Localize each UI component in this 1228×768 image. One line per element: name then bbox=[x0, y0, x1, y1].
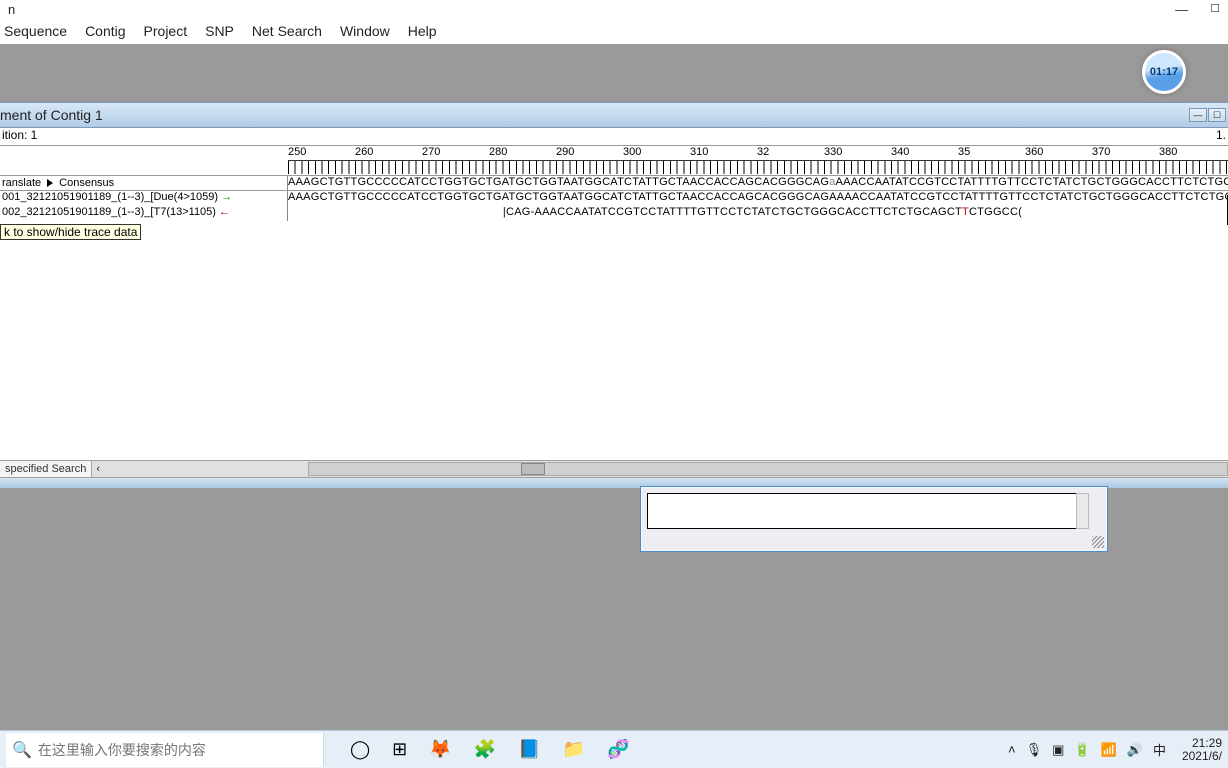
menubar: Sequence Contig Project SNP Net Search W… bbox=[0, 18, 1228, 44]
read2-label[interactable]: 002_32121051901189_(1--3)_[T7(13>1105) bbox=[2, 206, 216, 218]
ruler-tick: 370 bbox=[1092, 146, 1110, 158]
tray-battery-icon[interactable]: 🔋 bbox=[1074, 742, 1090, 758]
firefox-icon[interactable]: 🦊 bbox=[429, 739, 451, 760]
ruler-tick: 330 bbox=[824, 146, 842, 158]
forward-arrow-icon: → bbox=[221, 191, 232, 203]
windows-taskbar: 🔍 ◯ ⊞ 🦊 🧩 📘 📁 🧬 ˄ 🎙 ▣ 🔋 📶 🔊 中 21:29 2021… bbox=[0, 730, 1228, 768]
ruler-tick: 280 bbox=[489, 146, 507, 158]
tray-wifi-icon[interactable]: 📶 bbox=[1101, 742, 1117, 758]
minimize-button[interactable]: ― bbox=[1175, 2, 1188, 17]
resize-grip-icon[interactable] bbox=[1092, 536, 1104, 548]
menu-sequence[interactable]: Sequence bbox=[4, 23, 67, 39]
ruler-tick: 300 bbox=[623, 146, 641, 158]
ruler-tick: 380 bbox=[1159, 146, 1177, 158]
app-icon[interactable]: 🧩 bbox=[474, 739, 496, 760]
file-explorer-icon[interactable]: 📁 bbox=[563, 739, 585, 760]
contig-window-titlebar[interactable]: ment of Contig 1 ― ☐ bbox=[0, 102, 1228, 128]
ruler-tick: 290 bbox=[556, 146, 574, 158]
tray-ime[interactable]: 中 bbox=[1153, 740, 1166, 759]
taskbar-search[interactable]: 🔍 bbox=[6, 733, 324, 767]
position-right: 1. bbox=[1216, 128, 1226, 145]
toolbar: 01:17 bbox=[0, 44, 1228, 102]
ruler-tick: 310 bbox=[690, 146, 708, 158]
contig-window-title: ment of Contig 1 bbox=[0, 107, 103, 123]
floating-panel[interactable] bbox=[640, 486, 1108, 552]
consensus-sequence[interactable]: AAAGCTGTTGCCCCCATCCTGGTGCTGATGCTGGTAATGG… bbox=[288, 176, 1228, 190]
read2-sequence[interactable]: |CAG-AAACCAATATCCGTCCTATTTTGTTCCTCTATCTG… bbox=[288, 206, 1228, 221]
ruler: 250 260 270 280 290 300 310 32 330 340 3… bbox=[0, 146, 1228, 176]
notepad-icon[interactable]: 📘 bbox=[518, 739, 540, 760]
bottom-tab-strip: specified Search ‹ bbox=[0, 460, 1228, 478]
ruler-tick: 260 bbox=[355, 146, 373, 158]
ruler-tick: 32 bbox=[757, 146, 769, 158]
task-view-icon[interactable]: ⊞ bbox=[392, 739, 407, 760]
menu-netsearch[interactable]: Net Search bbox=[252, 23, 322, 39]
search-input[interactable] bbox=[38, 742, 323, 758]
play-icon[interactable] bbox=[47, 179, 53, 187]
tray-volume-icon[interactable]: 🔊 bbox=[1127, 742, 1143, 758]
tray-app-icon[interactable]: ▣ bbox=[1052, 742, 1064, 758]
cortana-icon[interactable]: ◯ bbox=[350, 739, 370, 760]
ruler-tick: 35 bbox=[958, 146, 970, 158]
read-row-1[interactable]: 001_32121051901189_(1--3)_[Due(4>1059) →… bbox=[0, 191, 1228, 206]
search-tab[interactable]: specified Search bbox=[0, 461, 92, 477]
timer-badge[interactable]: 01:17 bbox=[1142, 50, 1186, 94]
horizontal-scrollbar[interactable] bbox=[308, 462, 1228, 476]
ruler-tick: 340 bbox=[891, 146, 909, 158]
menu-help[interactable]: Help bbox=[408, 23, 437, 39]
tray-overflow-icon[interactable]: ˄ bbox=[1008, 742, 1016, 757]
panel-scrollbar[interactable] bbox=[1076, 493, 1089, 529]
consensus-label: Consensus bbox=[59, 177, 114, 189]
contig-maximize-icon[interactable]: ☐ bbox=[1208, 108, 1226, 122]
menu-contig[interactable]: Contig bbox=[85, 23, 125, 39]
maximize-button[interactable]: ☐ bbox=[1210, 2, 1220, 17]
consensus-row: ranslate Consensus AAAGCTGTTGCCCCCATCCTG… bbox=[0, 176, 1228, 191]
translate-toggle[interactable]: ranslate bbox=[2, 177, 41, 189]
floating-text-field[interactable] bbox=[647, 493, 1079, 529]
scroll-left-icon[interactable]: ‹ bbox=[92, 463, 104, 475]
tray-clock[interactable]: 21:29 2021/6/ bbox=[1182, 737, 1222, 763]
ruler-tick: 270 bbox=[422, 146, 440, 158]
menu-snp[interactable]: SNP bbox=[205, 23, 234, 39]
ruler-tick: 360 bbox=[1025, 146, 1043, 158]
read-row-2[interactable]: 002_32121051901189_(1--3)_[T7(13>1105) ←… bbox=[0, 206, 1228, 221]
sequencher-app-icon[interactable]: 🧬 bbox=[607, 739, 629, 760]
read1-label[interactable]: 001_32121051901189_(1--3)_[Due(4>1059) bbox=[2, 191, 218, 203]
ruler-tick: 250 bbox=[288, 146, 306, 158]
menu-window[interactable]: Window bbox=[340, 23, 390, 39]
read1-sequence[interactable]: AAAGCTGTTGCCCCCATCCTGGTGCTGATGCTGGTAATGG… bbox=[288, 191, 1228, 206]
tray-mic-icon[interactable]: 🎙 bbox=[1026, 742, 1043, 758]
tooltip: k to show/hide trace data bbox=[0, 224, 141, 240]
position-label: ition: 1 bbox=[2, 128, 37, 145]
menu-project[interactable]: Project bbox=[144, 23, 188, 39]
app-title-fragment: n bbox=[8, 2, 15, 17]
reverse-arrow-icon: ← bbox=[219, 206, 230, 218]
contig-minimize-icon[interactable]: ― bbox=[1189, 108, 1207, 122]
empty-sequence-area[interactable] bbox=[0, 248, 1228, 460]
search-icon: 🔍 bbox=[12, 740, 32, 760]
